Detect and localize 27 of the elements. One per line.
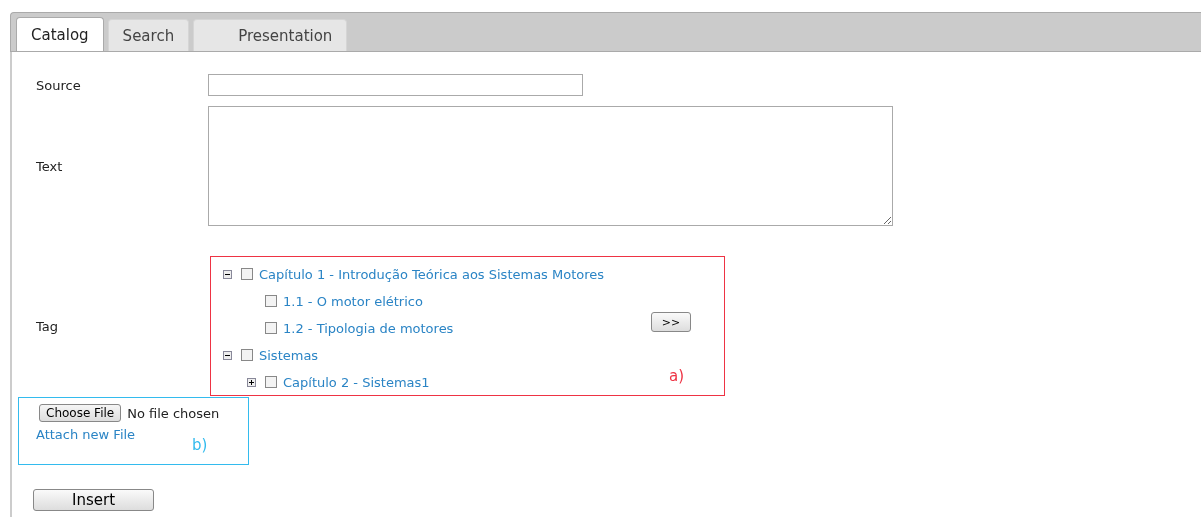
checkbox[interactable] — [265, 295, 277, 307]
field-label: Tag — [35, 318, 59, 334]
choose-file-button[interactable]: Choose File — [39, 404, 122, 422]
expand-icon[interactable] — [246, 377, 256, 387]
checkbox[interactable] — [241, 349, 253, 361]
tree-item[interactable]: 1.2 - Tipologia de motores — [283, 320, 454, 336]
tree-item[interactable]: Capítulo 1 - Introdução Teórica aos Sistemas Motores — [259, 266, 605, 282]
move-button[interactable]: >> — [651, 312, 691, 332]
annotation-label: b) — [192, 436, 208, 454]
field-label: Text — [35, 158, 64, 174]
annotation-label: a) — [668, 367, 684, 385]
field-label: Source — [35, 77, 82, 93]
collapse-icon[interactable] — [222, 350, 232, 360]
tree-item[interactable]: Sistemas — [259, 347, 319, 363]
checkbox[interactable] — [241, 268, 253, 280]
checkbox[interactable] — [265, 376, 277, 388]
tab[interactable]: Catalog — [16, 17, 104, 51]
insert-button[interactable]: Insert — [33, 489, 154, 511]
checkbox[interactable] — [265, 322, 277, 334]
source-field[interactable] — [208, 74, 583, 96]
file-status: No file chosen — [127, 405, 220, 421]
attach-link[interactable]: Attach new File — [36, 427, 136, 442]
tree-item[interactable]: 1.1 - O motor elétrico — [283, 293, 423, 309]
tree-item[interactable]: Capítulo 2 - Sistemas1 — [283, 374, 430, 390]
tab[interactable]: Search — [107, 19, 190, 51]
collapse-icon[interactable] — [222, 269, 232, 279]
tab[interactable]: Presentation — [193, 19, 348, 51]
